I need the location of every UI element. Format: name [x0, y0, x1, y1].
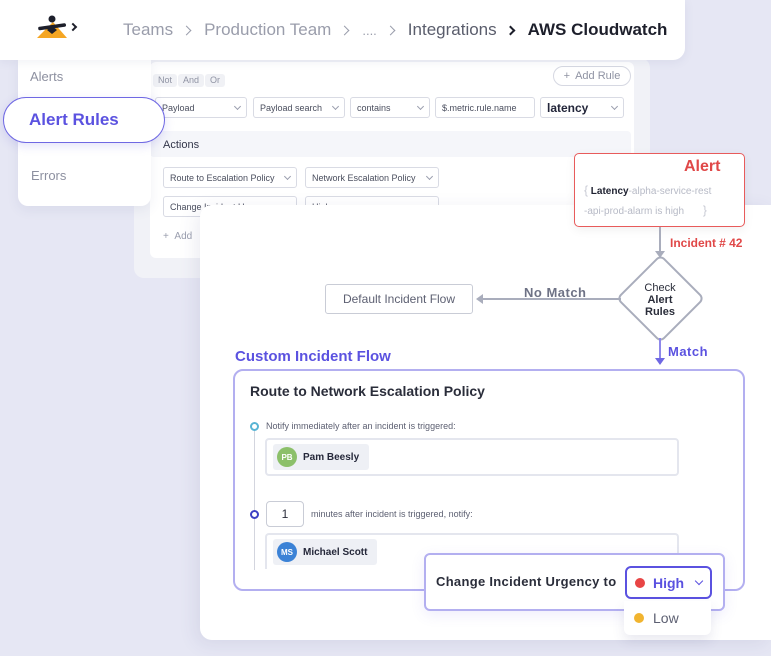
action-value-select[interactable]: Network Escalation Policy	[305, 167, 439, 188]
urgency-option-label: Low	[653, 610, 679, 626]
plus-icon: +	[163, 231, 175, 242]
plus-icon: +	[563, 70, 571, 82]
connector-line	[659, 227, 661, 251]
minutes-value: 1	[281, 507, 289, 521]
breadcrumb-current: AWS Cloudwatch	[527, 20, 668, 39]
add-action-link[interactable]: + Add	[163, 231, 192, 242]
route-title: Route to Network Escalation Policy	[250, 383, 485, 399]
add-rule-button[interactable]: + Add Rule	[553, 66, 631, 86]
add-rule-label: Add Rule	[575, 70, 621, 82]
connector-line	[659, 338, 661, 358]
default-incident-flow-label: Default Incident Flow	[342, 292, 456, 306]
chevron-down-icon	[610, 102, 619, 110]
alert-message-line1: -alpha-service-rest	[628, 186, 712, 197]
condition-search-select[interactable]: Payload search	[253, 97, 345, 118]
incident-number: # 42	[719, 236, 743, 250]
action-type-select[interactable]: Route to Escalation Policy	[163, 167, 297, 188]
logic-chip-and[interactable]: And	[178, 74, 205, 87]
chevron-down-icon	[416, 102, 425, 110]
timeline-step-dot	[250, 510, 259, 519]
match-label: Match	[668, 344, 709, 359]
decision-line-3: Rules	[645, 306, 675, 318]
step2-text: minutes after incident is triggered, not…	[311, 509, 473, 519]
step1-text: Notify immediately after an incident is …	[266, 421, 456, 431]
arrow-left-icon	[476, 294, 483, 304]
condition-field-value: Payload	[162, 102, 195, 113]
escalation-timeline	[254, 428, 255, 570]
logic-chip-not[interactable]: Not	[153, 74, 178, 87]
action-type-value: Route to Escalation Policy	[170, 172, 275, 183]
breadcrumb-teams[interactable]: Teams	[123, 20, 173, 40]
alert-title: Alert	[684, 158, 721, 175]
breadcrumb-integrations[interactable]: Integrations	[408, 20, 497, 40]
chevron-right-icon	[385, 25, 396, 35]
sidebar-item-label: Alert Rules	[29, 110, 119, 129]
add-action-label: Add	[174, 231, 193, 242]
breadcrumb: Teams Production Team .... Integrations …	[123, 18, 667, 42]
decision-line-1: Check	[644, 282, 676, 294]
condition-path-input[interactable]: $.metric.rule.name	[435, 97, 535, 118]
high-urgency-dot-icon	[635, 577, 645, 588]
default-incident-flow: Default Incident Flow	[325, 284, 473, 314]
user-chip[interactable]: MS Michael Scott	[273, 539, 378, 565]
chevron-down-icon	[283, 172, 292, 180]
incident-number-label: Incident # 42	[670, 236, 742, 250]
app-logo[interactable]	[35, 14, 69, 40]
logic-chip-or[interactable]: Or	[205, 74, 225, 87]
brace-close-icon: }	[702, 203, 707, 217]
no-match-label: No Match	[524, 285, 587, 300]
incident-label-text: Incident	[670, 236, 717, 250]
urgency-select[interactable]: High	[625, 566, 712, 599]
condition-path-value: $.metric.rule.name	[442, 102, 517, 113]
user-name: Michael Scott	[303, 546, 368, 558]
timeline-step-dot	[250, 422, 259, 431]
decision-label: Check Alert Rules	[630, 282, 690, 318]
chevron-right-icon	[505, 25, 516, 35]
brace-open-icon: {	[584, 183, 589, 197]
condition-field-select[interactable]: Payload	[155, 97, 247, 118]
breadcrumb-production-team[interactable]: Production Team	[204, 20, 331, 40]
sidebar-item-errors[interactable]: Errors	[31, 168, 66, 183]
low-urgency-dot-icon	[634, 613, 644, 623]
alert-message-line2: -api-prod-alarm is high	[584, 206, 685, 217]
chevron-right-icon	[181, 25, 192, 35]
condition-search-value: Payload search	[260, 102, 323, 113]
chevron-down-icon	[331, 102, 340, 110]
actions-header: Actions	[150, 131, 631, 157]
minutes-input[interactable]: 1	[266, 501, 304, 527]
decision-line-2: Alert	[647, 294, 673, 306]
condition-operator-select[interactable]: contains	[350, 97, 430, 118]
chevron-right-icon	[339, 25, 350, 35]
user-chip[interactable]: PB Pam Beesly	[273, 444, 370, 470]
urgency-selected-value: High	[653, 574, 685, 591]
urgency-label: Change Incident Urgency to	[436, 574, 617, 589]
avatar: MS	[277, 542, 297, 562]
action-value-text: Network Escalation Policy	[312, 172, 416, 183]
user-name: Pam Beesly	[303, 451, 360, 463]
breadcrumb-ellipsis[interactable]: ....	[362, 23, 376, 38]
chevron-down-icon	[233, 102, 242, 110]
chevron-down-icon	[425, 172, 434, 180]
arrow-down-icon	[655, 358, 665, 365]
alert-message: { Latency-alpha-service-rest -api-prod-a…	[584, 181, 739, 221]
custom-flow-title: Custom Incident Flow	[235, 348, 391, 365]
condition-operator-value: contains	[357, 102, 391, 113]
condition-value-select[interactable]: latency	[540, 97, 624, 118]
alert-keyword: Latency	[590, 186, 629, 197]
condition-value-text: latency	[547, 100, 589, 115]
urgency-option-low[interactable]: Low	[624, 601, 711, 635]
step1-user-field[interactable]: PB Pam Beesly	[265, 438, 679, 476]
sidebar-item-alerts[interactable]: Alerts	[30, 69, 63, 84]
sidebar-item-alert-rules[interactable]: Alert Rules	[3, 97, 165, 143]
avatar: PB	[277, 447, 297, 467]
chevron-down-icon	[694, 576, 704, 585]
